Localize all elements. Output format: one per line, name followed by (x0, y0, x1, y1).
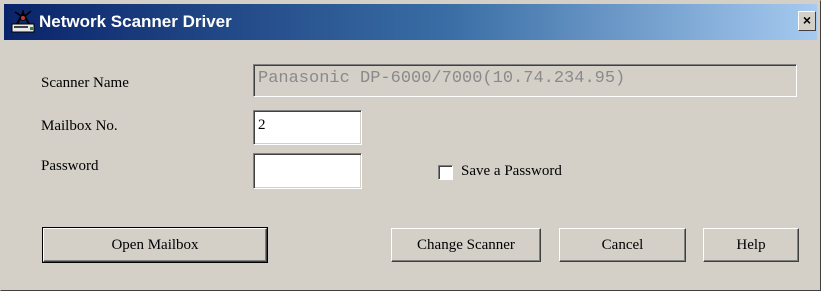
password-label: Password (41, 158, 99, 174)
change-scanner-button[interactable]: Change Scanner (391, 228, 541, 262)
close-button[interactable]: × (798, 11, 816, 31)
title-bar[interactable]: Network Scanner Driver × (4, 4, 817, 40)
save-password-label[interactable]: Save a Password (461, 163, 562, 180)
password-input[interactable] (253, 153, 362, 189)
window-title: Network Scanner Driver (39, 12, 232, 31)
network-scanner-driver-dialog: Network Scanner Driver × Scanner Name Pa… (0, 0, 821, 291)
scanner-app-icon (11, 10, 35, 33)
help-button[interactable]: Help (703, 228, 799, 262)
open-mailbox-button[interactable]: Open Mailbox (42, 227, 268, 263)
cancel-button[interactable]: Cancel (559, 228, 686, 262)
mailbox-no-input[interactable]: 2 (253, 110, 362, 145)
scanner-name-field: Panasonic DP-6000/7000(10.74.234.95) (253, 64, 797, 97)
save-password-checkbox[interactable] (438, 165, 453, 180)
mailbox-no-label: Mailbox No. (41, 118, 118, 134)
close-icon: × (802, 12, 812, 28)
scanner-name-label: Scanner Name (41, 75, 129, 91)
